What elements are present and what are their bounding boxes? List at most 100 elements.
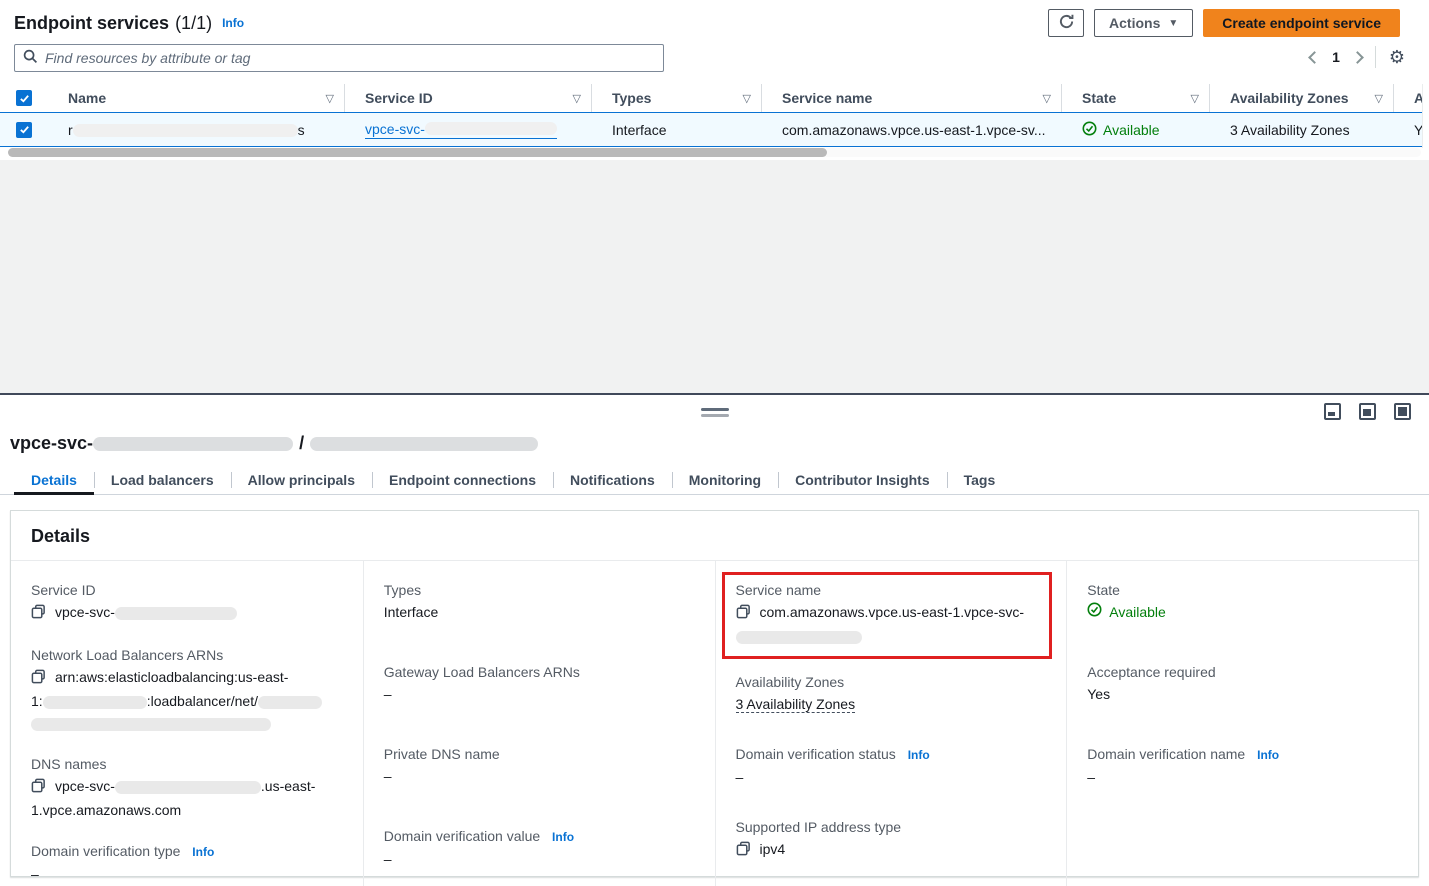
column-label: Availability Zones [1230, 90, 1349, 106]
tab-notifications[interactable]: Notifications [553, 466, 672, 494]
actions-button[interactable]: Actions ▼ [1094, 9, 1193, 37]
search-row [14, 44, 664, 72]
panel-title-prefix: vpce-svc- [10, 433, 93, 453]
field-service-name: Service name com.amazonaws.vpce.us-east-… [736, 579, 1042, 647]
field-value: – [736, 766, 1047, 788]
details-columns: Service ID vpce-svc- Network Load Balanc… [11, 561, 1418, 873]
name-text: s [298, 122, 305, 138]
table-region: Endpoint services (1/1) Info Actions ▼ C… [0, 0, 1429, 160]
redacted-text [73, 124, 298, 137]
column-header-types[interactable]: Types ▽ [592, 84, 762, 112]
column-header-availability-zones[interactable]: Availability Zones ▽ [1210, 84, 1394, 112]
field-label: Domain verification name [1087, 746, 1245, 762]
field-glb-arns: Gateway Load Balancers ARNs – [384, 661, 695, 705]
panel-size-large-icon[interactable] [1394, 403, 1411, 420]
search-box[interactable] [14, 44, 664, 72]
row-checkbox[interactable] [16, 122, 32, 138]
row-select-cell [0, 113, 48, 146]
field-label: Acceptance required [1087, 661, 1398, 683]
page-background [0, 160, 1429, 393]
panel-tabs: Details Load balancers Allow principals … [0, 466, 1429, 495]
next-page-icon[interactable] [1351, 51, 1364, 64]
sort-icon[interactable]: ▽ [326, 92, 334, 105]
redacted-text [425, 122, 557, 135]
split-panel: vpce-svc-/ Details Load balancers Allow … [0, 395, 1429, 886]
panel-drag-handle[interactable] [701, 408, 729, 417]
column-header-service-name[interactable]: Service name ▽ [762, 84, 1062, 112]
tab-allow-principals[interactable]: Allow principals [231, 466, 372, 494]
tab-details[interactable]: Details [14, 466, 94, 494]
pagination: 1 ⚙ [1310, 46, 1405, 68]
nlb-arn-text: 1: [31, 693, 43, 709]
field-domain-verification-type: Domain verification type Info – [31, 840, 343, 885]
domain-verification-type-info-link[interactable]: Info [192, 845, 214, 859]
field-acceptance-required: Acceptance required Yes [1087, 661, 1398, 705]
tab-tags[interactable]: Tags [947, 466, 1013, 494]
sort-icon[interactable]: ▽ [1191, 92, 1199, 105]
domain-verification-status-info-link[interactable]: Info [908, 748, 930, 762]
horizontal-scrollbar-thumb[interactable] [8, 148, 827, 157]
copy-icon[interactable] [31, 777, 46, 799]
panel-size-medium-icon[interactable] [1359, 403, 1376, 420]
redacted-text [115, 781, 261, 794]
tab-load-balancers[interactable]: Load balancers [94, 466, 231, 494]
domain-verification-name-info-link[interactable]: Info [1257, 748, 1279, 762]
create-endpoint-service-button[interactable]: Create endpoint service [1203, 9, 1400, 37]
details-column-3: Service name com.amazonaws.vpce.us-east-… [715, 561, 1067, 886]
sort-icon[interactable]: ▽ [1043, 92, 1051, 105]
service-id-value: vpce-svc- [55, 604, 115, 620]
table-preferences-gear-icon[interactable]: ⚙ [1389, 48, 1405, 66]
sort-icon[interactable]: ▽ [743, 92, 751, 105]
column-header-service-id[interactable]: Service ID ▽ [345, 84, 592, 112]
cell-availability-zones: 3 Availability Zones [1210, 122, 1394, 138]
page-number[interactable]: 1 [1332, 49, 1340, 65]
header-info-link[interactable]: Info [222, 16, 244, 30]
field-value: – [1087, 766, 1398, 788]
field-value: – [384, 848, 695, 870]
field-label: Availability Zones [736, 671, 1047, 693]
field-label: DNS names [31, 753, 343, 775]
redacted-text [736, 631, 862, 644]
details-card: Details Service ID vpce-svc- Network Loa… [10, 510, 1419, 877]
tab-monitoring[interactable]: Monitoring [672, 466, 778, 494]
sort-icon[interactable]: ▽ [573, 92, 581, 105]
availability-zones-link[interactable]: 3 Availability Zones [1230, 122, 1350, 138]
service-name-value: com.amazonaws.vpce.us-east-1.vpce-svc- [760, 604, 1025, 620]
tab-endpoint-connections[interactable]: Endpoint connections [372, 466, 553, 494]
table-header-row: Name ▽ Service ID ▽ Types ▽ Service name… [0, 84, 1429, 112]
field-state: State Available [1087, 579, 1398, 623]
field-types: Types Interface [384, 579, 695, 623]
resource-count: (1/1) [175, 13, 212, 34]
availability-zones-link[interactable]: 3 Availability Zones [736, 696, 856, 713]
column-header-name[interactable]: Name ▽ [48, 84, 345, 112]
page-title: Endpoint services [14, 13, 169, 34]
search-input[interactable] [45, 50, 655, 66]
previous-page-icon[interactable] [1308, 51, 1321, 64]
panel-size-small-icon[interactable] [1324, 403, 1341, 420]
nlb-arn-text: arn:aws:elasticloadbalancing:us-east- [55, 669, 288, 685]
refresh-button[interactable] [1048, 9, 1084, 37]
horizontal-scrollbar-track[interactable] [8, 148, 1421, 157]
sort-icon[interactable]: ▽ [1375, 92, 1383, 105]
copy-icon[interactable] [31, 603, 46, 625]
copy-icon[interactable] [736, 603, 751, 625]
copy-icon[interactable] [31, 668, 46, 690]
service-id-text: vpce-svc- [365, 121, 425, 137]
tab-contributor-insights[interactable]: Contributor Insights [778, 466, 947, 494]
column-label: State [1082, 90, 1116, 106]
copy-icon[interactable] [736, 840, 751, 862]
field-nlb-arns: Network Load Balancers ARNs arn:aws:elas… [31, 644, 343, 734]
service-id-link[interactable]: vpce-svc- [365, 121, 557, 139]
select-all-checkbox[interactable] [16, 90, 32, 106]
column-header-state[interactable]: State ▽ [1062, 84, 1210, 112]
status-available-icon [1087, 601, 1102, 623]
column-label: Name [68, 90, 106, 106]
state-text: Available [1103, 122, 1160, 138]
field-private-dns-name: Private DNS name – [384, 743, 695, 787]
header-actions: Actions ▼ Create endpoint service [1048, 9, 1400, 37]
nlb-arn-text: :loadbalancer/net/ [147, 693, 258, 709]
details-heading: Details [11, 511, 1418, 561]
table-row[interactable]: rs vpce-svc- Interface com.amazonaws.vpc… [0, 112, 1429, 147]
domain-verification-value-info-link[interactable]: Info [552, 830, 574, 844]
dns-name-text: vpce-svc- [55, 778, 115, 794]
